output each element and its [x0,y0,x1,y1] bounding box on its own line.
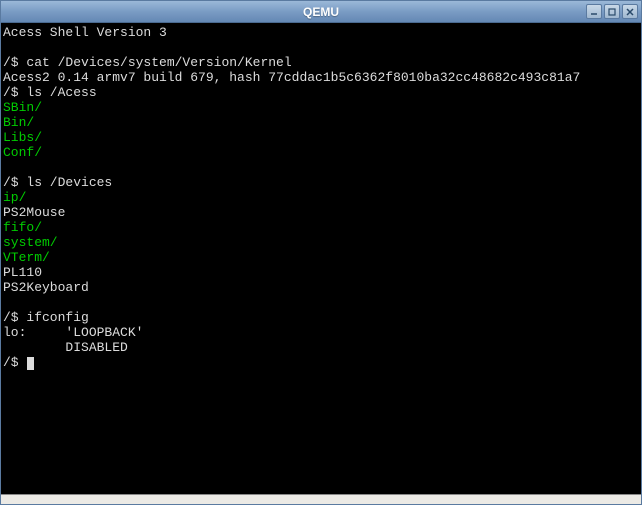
minimize-button[interactable] [586,4,602,19]
prompt: /$ [3,55,26,70]
output-line: DISABLED [3,340,128,355]
qemu-window: QEMU Acess Shell Version 3 /$ cat /Devic… [0,0,642,505]
file-entry: PS2Mouse [3,205,65,220]
terminal-output[interactable]: Acess Shell Version 3 /$ cat /Devices/sy… [1,23,641,494]
close-button[interactable] [622,4,638,19]
titlebar[interactable]: QEMU [1,1,641,23]
file-entry: PL110 [3,265,42,280]
output-line: lo: 'LOOPBACK' [3,325,143,340]
command-text: cat /Devices/system/Version/Kernel [26,55,291,70]
dir-entry: VTerm/ [3,250,50,265]
statusbar [1,494,641,504]
maximize-icon [608,8,616,16]
dir-entry: fifo/ [3,220,42,235]
dir-entry: ip/ [3,190,26,205]
command-text: ls /Acess [26,85,96,100]
file-entry: PS2Keyboard [3,280,89,295]
shell-banner: Acess Shell Version 3 [3,25,167,40]
window-controls [586,4,638,19]
dir-entry: Libs/ [3,130,42,145]
minimize-icon [590,8,598,16]
command-text: ifconfig [26,310,88,325]
prompt: /$ [3,310,26,325]
output-line: Acess2 0.14 armv7 build 679, hash 77cdda… [3,70,580,85]
close-icon [626,8,634,16]
prompt: /$ [3,85,26,100]
dir-entry: system/ [3,235,58,250]
command-text: ls /Devices [26,175,112,190]
dir-entry: Conf/ [3,145,42,160]
window-title: QEMU [303,5,339,19]
dir-entry: SBin/ [3,100,42,115]
prompt: /$ [3,175,26,190]
cursor-icon [27,357,34,370]
maximize-button[interactable] [604,4,620,19]
dir-entry: Bin/ [3,115,34,130]
prompt: /$ [3,355,26,370]
